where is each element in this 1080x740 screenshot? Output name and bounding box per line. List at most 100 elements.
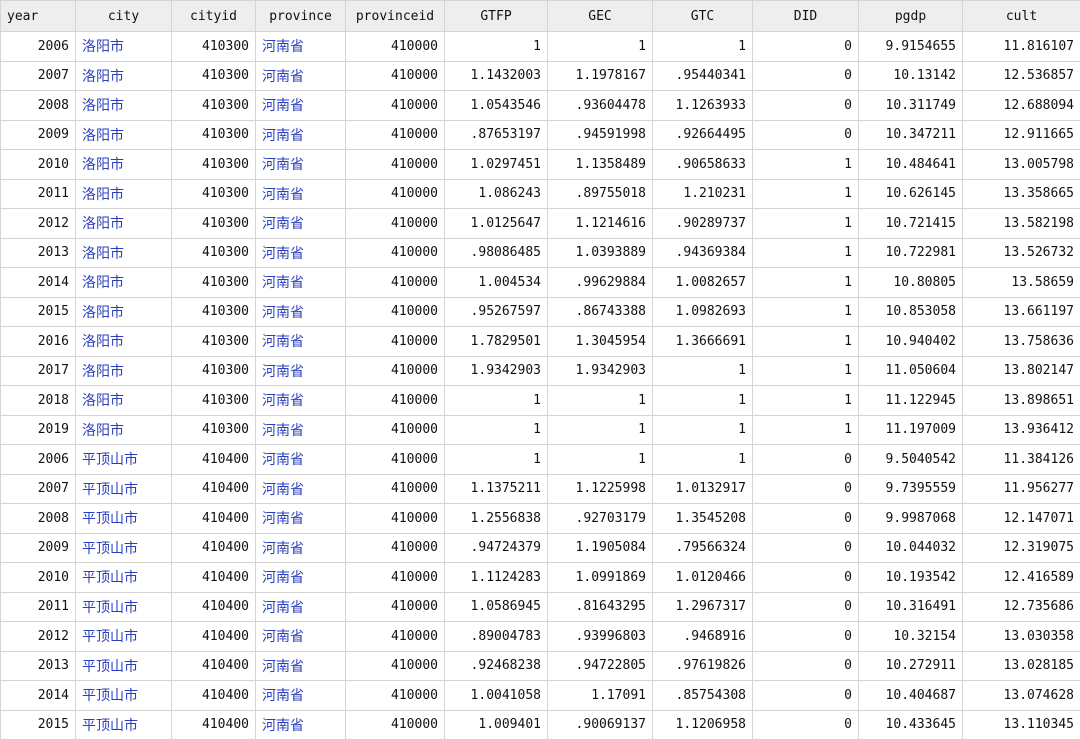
column-header-cult[interactable]: cult [963,1,1080,32]
cell-gtfp[interactable]: 1.004534 [445,268,548,298]
cell-cityid[interactable]: 410300 [172,179,256,209]
cell-province[interactable]: 河南省 [256,622,346,652]
cell-city[interactable]: 平顶山市 [76,445,172,475]
cell-cult[interactable]: 12.911665 [963,120,1080,150]
cell-cityid[interactable]: 410300 [172,238,256,268]
cell-province[interactable]: 河南省 [256,327,346,357]
cell-gtc[interactable]: 1.3666691 [653,327,753,357]
cell-gec[interactable]: 1.1905084 [548,533,653,563]
cell-did[interactable]: 1 [753,297,859,327]
cell-year[interactable]: 2019 [1,415,76,445]
table-row[interactable]: 2007平顶山市410400河南省4100001.13752111.122599… [1,474,1080,504]
cell-gtfp[interactable]: 1.009401 [445,710,548,740]
cell-pgdp[interactable]: 10.940402 [859,327,963,357]
cell-pgdp[interactable]: 10.80805 [859,268,963,298]
cell-province[interactable]: 河南省 [256,356,346,386]
cell-gec[interactable]: .90069137 [548,710,653,740]
cell-city[interactable]: 洛阳市 [76,297,172,327]
cell-did[interactable]: 0 [753,533,859,563]
cell-cityid[interactable]: 410300 [172,386,256,416]
cell-gec[interactable]: 1.1225998 [548,474,653,504]
cell-gtc[interactable]: 1.1263933 [653,91,753,121]
cell-gec[interactable]: .89755018 [548,179,653,209]
cell-pgdp[interactable]: 10.484641 [859,150,963,180]
cell-year[interactable]: 2015 [1,710,76,740]
cell-city[interactable]: 洛阳市 [76,32,172,62]
cell-cult[interactable]: 13.936412 [963,415,1080,445]
cell-gtfp[interactable]: 1 [445,415,548,445]
cell-city[interactable]: 平顶山市 [76,592,172,622]
cell-cityid[interactable]: 410300 [172,209,256,239]
cell-pgdp[interactable]: 10.193542 [859,563,963,593]
cell-gtfp[interactable]: 1.0125647 [445,209,548,239]
cell-did[interactable]: 0 [753,445,859,475]
cell-did[interactable]: 1 [753,150,859,180]
cell-province[interactable]: 河南省 [256,445,346,475]
cell-gec[interactable]: 1.17091 [548,681,653,711]
cell-gtc[interactable]: 1.0082657 [653,268,753,298]
cell-gtfp[interactable]: .92468238 [445,651,548,681]
cell-did[interactable]: 0 [753,61,859,91]
cell-gtfp[interactable]: 1 [445,386,548,416]
cell-province[interactable]: 河南省 [256,209,346,239]
cell-gtc[interactable]: 1.0982693 [653,297,753,327]
column-header-cityid[interactable]: cityid [172,1,256,32]
column-header-pgdp[interactable]: pgdp [859,1,963,32]
cell-gtfp[interactable]: .95267597 [445,297,548,327]
cell-year[interactable]: 2006 [1,445,76,475]
cell-gtfp[interactable]: 1.2556838 [445,504,548,534]
cell-gec[interactable]: 1 [548,386,653,416]
cell-provinceid[interactable]: 410000 [346,504,445,534]
cell-provinceid[interactable]: 410000 [346,681,445,711]
cell-gtfp[interactable]: 1.1432003 [445,61,548,91]
cell-province[interactable]: 河南省 [256,120,346,150]
cell-provinceid[interactable]: 410000 [346,32,445,62]
cell-year[interactable]: 2007 [1,474,76,504]
cell-province[interactable]: 河南省 [256,504,346,534]
cell-year[interactable]: 2014 [1,268,76,298]
cell-gtc[interactable]: 1 [653,386,753,416]
cell-year[interactable]: 2008 [1,504,76,534]
cell-gtfp[interactable]: 1.086243 [445,179,548,209]
cell-pgdp[interactable]: 10.626145 [859,179,963,209]
cell-cult[interactable]: 13.58659 [963,268,1080,298]
table-row[interactable]: 2012平顶山市410400河南省410000.89004783.9399680… [1,622,1080,652]
column-header-did[interactable]: DID [753,1,859,32]
column-header-year[interactable]: year [1,1,76,32]
cell-cityid[interactable]: 410300 [172,297,256,327]
cell-city[interactable]: 平顶山市 [76,622,172,652]
cell-did[interactable]: 0 [753,504,859,534]
cell-cult[interactable]: 13.110345 [963,710,1080,740]
table-row[interactable]: 2016洛阳市410300河南省4100001.78295011.3045954… [1,327,1080,357]
cell-gtfp[interactable]: 1.0041058 [445,681,548,711]
cell-year[interactable]: 2018 [1,386,76,416]
cell-province[interactable]: 河南省 [256,474,346,504]
cell-did[interactable]: 0 [753,592,859,622]
table-row[interactable]: 2018洛阳市410300河南省410000111111.12294513.89… [1,386,1080,416]
column-header-gec[interactable]: GEC [548,1,653,32]
cell-did[interactable]: 1 [753,327,859,357]
cell-gtc[interactable]: .79566324 [653,533,753,563]
cell-province[interactable]: 河南省 [256,563,346,593]
cell-provinceid[interactable]: 410000 [346,179,445,209]
cell-gtfp[interactable]: 1.1375211 [445,474,548,504]
cell-gec[interactable]: .94722805 [548,651,653,681]
cell-gtfp[interactable]: 1.1124283 [445,563,548,593]
table-row[interactable]: 2012洛阳市410300河南省4100001.01256471.1214616… [1,209,1080,239]
cell-gec[interactable]: .86743388 [548,297,653,327]
cell-city[interactable]: 洛阳市 [76,268,172,298]
cell-cult[interactable]: 12.536857 [963,61,1080,91]
cell-city[interactable]: 平顶山市 [76,710,172,740]
cell-gtc[interactable]: 1.0120466 [653,563,753,593]
cell-province[interactable]: 河南省 [256,238,346,268]
cell-pgdp[interactable]: 10.316491 [859,592,963,622]
cell-city[interactable]: 平顶山市 [76,533,172,563]
cell-cult[interactable]: 13.526732 [963,238,1080,268]
table-row[interactable]: 2006洛阳市410300河南省41000011109.915465511.81… [1,32,1080,62]
cell-gtc[interactable]: .90289737 [653,209,753,239]
cell-provinceid[interactable]: 410000 [346,61,445,91]
cell-provinceid[interactable]: 410000 [346,622,445,652]
cell-gtc[interactable]: .94369384 [653,238,753,268]
cell-provinceid[interactable]: 410000 [346,297,445,327]
cell-did[interactable]: 1 [753,238,859,268]
